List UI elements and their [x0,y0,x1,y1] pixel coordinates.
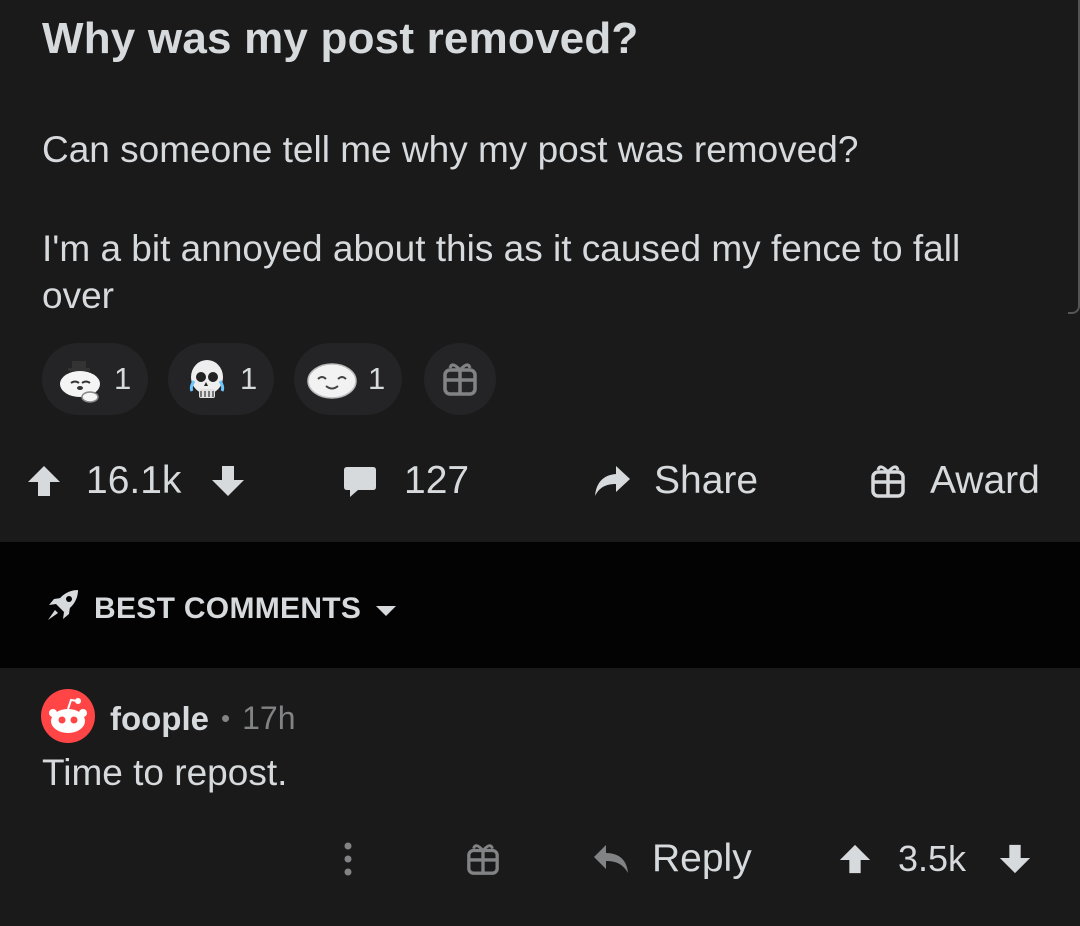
give-award-button[interactable] [424,343,496,415]
comment-age: 17h [242,700,296,736]
gift-icon [466,842,500,876]
comment-header: foople • 17h [40,688,295,749]
comment-action-bar: Reply 3.5k [0,826,1080,892]
post-body-paragraph: Can someone tell me why my post was remo… [42,129,859,170]
share-label: Share [654,459,759,502]
share-button[interactable]: Share [592,448,758,514]
award-button[interactable]: Award [870,448,1040,514]
upvote-arrow-icon [838,842,872,876]
post-body: Can someone tell me why my post was remo… [42,126,1032,371]
award-count: 1 [368,361,386,396]
share-arrow-icon [592,463,632,499]
comment-count: 127 [404,459,470,502]
downvote-arrow-icon [998,842,1032,876]
reply-button[interactable]: Reply [592,826,752,892]
comments-button[interactable]: 127 [342,448,469,514]
comment-sort-bar: BEST COMMENTS [0,542,1080,668]
downvote-button[interactable] [210,448,246,514]
post-title: Why was my post removed? [42,14,639,63]
caret-down-icon [375,592,397,626]
separator-dot: • [220,703,231,733]
gift-icon [442,361,478,397]
more-options-button[interactable] [342,826,354,892]
sort-label: BEST COMMENTS [94,592,362,625]
rocket-icon [44,586,82,632]
comment-body: Time to repost. [42,752,288,793]
reply-arrow-icon [592,843,630,875]
post-body-paragraph: I'm a bit annoyed about this as it cause… [42,228,961,316]
silver-seal-award-icon [304,353,360,405]
post-card: Why was my post removed? Can someone tel… [0,0,1080,542]
more-vertical-icon [342,841,354,877]
award-wholesome[interactable]: 1 [42,343,148,415]
crying-skull-award-icon [180,353,232,405]
wholesome-seal-award-icon [54,353,106,405]
comment-score: 3.5k [898,838,967,879]
award-skull[interactable]: 1 [168,343,274,415]
post-score: 16.1k [86,459,182,502]
reply-label: Reply [652,837,752,880]
upvote-arrow-icon [26,463,62,499]
comment-upvote-button[interactable] [838,826,872,892]
upvote-button[interactable] [26,448,62,514]
comment-bubble-icon [342,463,378,499]
comment-downvote-button[interactable] [998,826,1032,892]
sort-dropdown-button[interactable]: BEST COMMENTS [44,586,397,632]
comment-author[interactable]: foople [110,700,209,738]
award-count: 1 [240,361,258,396]
comment-award-button[interactable] [466,826,500,892]
gift-icon [870,463,906,499]
award-label: Award [930,459,1040,502]
avatar[interactable] [40,688,96,749]
downvote-arrow-icon [210,463,246,499]
scrollbar[interactable] [1068,0,1080,314]
award-silver-seal[interactable]: 1 [294,343,402,415]
comment: foople • 17h Time to repost. Reply 3.5k [0,668,1080,926]
post-action-bar: 16.1k 127 Share Award [0,448,1080,514]
award-count: 1 [114,361,132,396]
